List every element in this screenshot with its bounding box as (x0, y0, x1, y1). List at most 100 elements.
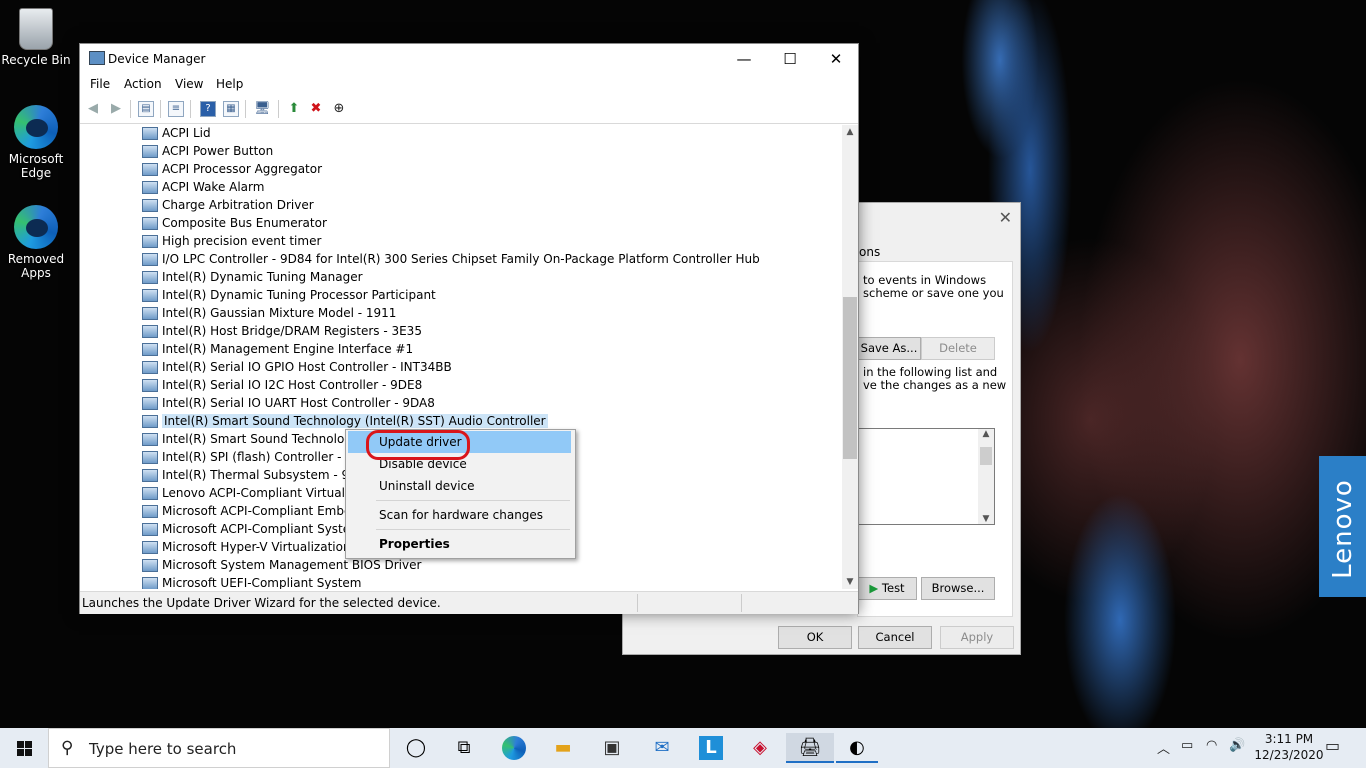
system-device-icon (142, 451, 158, 464)
notifications-icon[interactable]: ▭ (1325, 736, 1340, 755)
system-device-icon (142, 343, 158, 356)
desktop-icon-removed-apps[interactable]: Removed Apps (0, 205, 72, 280)
system-device-icon (142, 271, 158, 284)
device-label: Intel(R) Host Bridge/DRAM Registers - 3E… (162, 324, 422, 338)
device-manager-icon (89, 51, 105, 65)
system-device-icon (142, 127, 158, 140)
edge-taskbar-icon[interactable] (499, 733, 529, 763)
sound-taskbar-icon[interactable]: ◐ (836, 733, 878, 763)
desktop-icon-microsoft-edge[interactable]: Microsoft Edge (0, 105, 72, 180)
help-icon[interactable]: ? (200, 101, 216, 117)
minimize-icon: — (736, 50, 752, 68)
disable-device-icon[interactable]: ⊕ (331, 101, 347, 117)
store-icon[interactable]: ▣ (597, 733, 627, 763)
device-label: High precision event timer (162, 234, 322, 248)
close-icon[interactable]: ✕ (999, 208, 1012, 227)
device-label: Intel(R) Serial IO UART Host Controller … (162, 396, 435, 410)
desktop-icon-label: Microsoft Edge (8, 152, 64, 180)
system-device-icon (142, 145, 158, 158)
search-icon: ⚲ (61, 738, 74, 758)
delete-button[interactable]: Delete (921, 337, 995, 360)
properties-icon[interactable]: ≡ (168, 101, 184, 117)
system-device-icon (142, 163, 158, 176)
search-placeholder: Type here to search (89, 740, 237, 758)
system-device-icon (142, 217, 158, 230)
mcafee-icon[interactable]: ◈ (745, 733, 775, 763)
dialog-text: scheme or save one you (863, 286, 1004, 300)
device-label: Charge Arbitration Driver (162, 198, 314, 212)
maximize-button[interactable]: ☐ (767, 44, 813, 74)
scroll-thumb[interactable] (843, 297, 857, 459)
menu-help[interactable]: Help (216, 77, 243, 91)
lenovo-vantage-icon[interactable]: L (696, 733, 726, 763)
close-icon: ✕ (829, 50, 843, 68)
browse-button[interactable]: Browse... (921, 577, 995, 600)
scroll-up-icon[interactable]: ▲ (842, 127, 858, 137)
device-label: Intel(R) SPI (flash) Controller - 9DA (162, 450, 371, 464)
menu-item-scan-hardware[interactable]: Scan for hardware changes (348, 504, 571, 526)
apply-button[interactable]: Apply (940, 626, 1014, 649)
forward-arrow-icon[interactable]: ▶ (108, 101, 124, 117)
menu-bar: File Action View Help (80, 74, 858, 94)
test-button[interactable]: ▶ Test (857, 577, 917, 600)
device-label: Lenovo ACPI-Compliant Virtual Po (162, 486, 363, 500)
battery-icon[interactable]: ▭ (1181, 738, 1193, 753)
toolbar-separator (160, 100, 161, 118)
menu-separator (376, 500, 570, 501)
system-device-icon (142, 469, 158, 482)
task-view-icon[interactable]: ⧉ (449, 733, 479, 763)
program-events-list[interactable]: ▲ ▼ (857, 428, 995, 525)
status-divider (637, 594, 638, 612)
status-text: Launches the Update Driver Wizard for th… (82, 596, 441, 610)
device-warning-icon (142, 433, 158, 446)
menu-action[interactable]: Action (124, 77, 162, 91)
menu-view[interactable]: View (175, 77, 203, 91)
device-manager-taskbar-icon[interactable]: 🖨 (786, 733, 834, 763)
menu-file[interactable]: File (90, 77, 110, 91)
action-pane-icon[interactable]: ▦ (223, 101, 239, 117)
start-button[interactable] (0, 728, 48, 768)
back-arrow-icon[interactable]: ◀ (85, 101, 101, 117)
save-as-button[interactable]: Save As... (857, 337, 921, 360)
update-driver-icon[interactable]: ⬆ (286, 101, 302, 117)
highlight-annotation (366, 430, 470, 460)
close-button[interactable]: ✕ (813, 44, 859, 74)
show-hide-console-tree-icon[interactable]: ▤ (138, 101, 154, 117)
tree-scrollbar[interactable]: ▲ ▼ (842, 125, 858, 589)
cancel-button[interactable]: Cancel (858, 626, 932, 649)
toolbar-separator (245, 100, 246, 118)
minimize-button[interactable]: — (721, 44, 767, 74)
system-device-icon (142, 307, 158, 320)
list-scrollbar[interactable]: ▲ ▼ (978, 429, 994, 524)
ok-button[interactable]: OK (778, 626, 852, 649)
system-device-icon (142, 397, 158, 410)
scan-hardware-icon[interactable]: 🖥 (254, 101, 271, 117)
show-hidden-icons-icon[interactable]: ︿ (1157, 738, 1170, 757)
taskbar-clock[interactable]: 3:11 PM 12/23/2020 (1254, 731, 1324, 763)
system-device-icon (142, 415, 158, 428)
device-label: ACPI Processor Aggregator (162, 162, 323, 176)
uninstall-device-icon[interactable]: ✖ (308, 101, 324, 117)
dialog-tab-label[interactable]: ons (859, 245, 880, 259)
desktop-icon-recycle-bin[interactable]: Recycle Bin (0, 8, 72, 67)
mail-icon[interactable]: ✉ (647, 733, 677, 763)
file-explorer-icon[interactable]: ▬ (548, 733, 578, 763)
scroll-down-icon[interactable]: ▼ (842, 577, 858, 587)
device-label: Microsoft ACPI-Compliant System (162, 522, 362, 536)
system-device-icon (142, 559, 158, 572)
system-device-icon (142, 505, 158, 518)
device-label: Intel(R) Serial IO I2C Host Controller -… (162, 378, 423, 392)
device-label: ACPI Lid (162, 126, 211, 140)
status-bar: Launches the Update Driver Wizard for th… (80, 591, 858, 614)
cortana-icon[interactable]: ◯ (401, 733, 431, 763)
system-device-icon (142, 541, 158, 554)
system-device-icon (142, 523, 158, 536)
wifi-icon[interactable]: ◠ (1206, 738, 1217, 753)
lenovo-logo: Lenovo (1319, 456, 1366, 597)
title-bar[interactable]: Device Manager — ☐ ✕ (80, 44, 858, 74)
volume-icon[interactable]: 🔊 (1229, 738, 1245, 753)
menu-item-uninstall-device[interactable]: Uninstall device (348, 475, 571, 497)
menu-item-properties[interactable]: Properties (348, 533, 571, 555)
taskbar-search-box[interactable]: ⚲ Type here to search (48, 728, 390, 768)
device-label: Composite Bus Enumerator (162, 216, 327, 230)
